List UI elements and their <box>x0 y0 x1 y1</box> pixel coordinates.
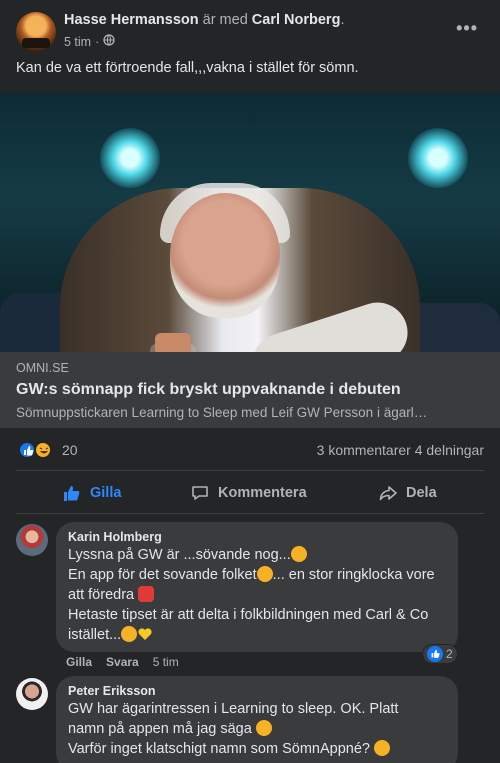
author-name[interactable]: Hasse Hermansson <box>64 12 199 28</box>
comment-line: Lyssna på GW är ...sövande nog... <box>68 547 291 563</box>
comment-line: namn på appen må jag säga <box>68 721 252 737</box>
divider-top <box>16 470 484 471</box>
comments-shares-count: 3 kommentarer 4 delningar <box>317 442 484 458</box>
reaction-count[interactable]: 20 <box>62 442 78 458</box>
like-label: Gilla <box>90 485 122 501</box>
share-button[interactable]: Dela <box>378 473 437 513</box>
share-label: Dela <box>406 485 437 501</box>
like-reaction-icon[interactable] <box>18 441 36 459</box>
comment-actions: Gilla Svara 5 tim <box>66 655 179 669</box>
alarm-clock-emoji-icon <box>138 586 155 602</box>
comment-line: istället... <box>68 627 122 643</box>
time-separator: · <box>95 34 100 49</box>
stage-light-right <box>408 128 468 188</box>
tagged-name[interactable]: Carl Norberg <box>252 12 341 28</box>
bottle-cap <box>155 333 191 352</box>
comment-line: Hetaste tipset är att delta i folkbildni… <box>68 607 429 623</box>
with-text: är med <box>202 12 248 28</box>
link-preview-image[interactable] <box>0 93 500 352</box>
comment-reaction-count: 2 <box>446 647 453 661</box>
comment-label: Kommentera <box>218 485 307 501</box>
comment-bubble: Karin Holmberg Lyssna på GW är ...sövand… <box>56 522 458 652</box>
shares-count[interactable]: 4 delningar <box>415 442 484 458</box>
author-avatar[interactable] <box>16 12 56 52</box>
more-options-icon[interactable]: ••• <box>456 18 478 39</box>
haha-reaction-icon[interactable] <box>34 441 52 459</box>
link-preview[interactable]: OMNI.SE GW:s sömnapp fick bryskt uppvakn… <box>0 352 500 428</box>
post-time[interactable]: 5 tim <box>64 35 91 49</box>
commenter-avatar[interactable] <box>16 524 48 556</box>
comment-line: att föredra <box>68 587 135 603</box>
post-author-line: Hasse Hermansson är med Carl Norberg. <box>64 12 344 28</box>
sleepy-emoji-icon <box>290 546 307 562</box>
person-head <box>170 193 280 318</box>
dizzy-face-emoji-icon <box>121 626 138 642</box>
comment-time[interactable]: 5 tim <box>153 655 179 669</box>
comment-icon <box>192 486 208 500</box>
comment-reaction[interactable]: 2 <box>422 644 458 664</box>
yellow-heart-emoji-icon <box>137 626 153 642</box>
upside-down-emoji-icon <box>256 566 273 582</box>
comment-text: GW har ägarintressen i Learning to sleep… <box>68 699 446 759</box>
comment-reply-link[interactable]: Svara <box>106 655 139 669</box>
yawning-face-emoji-icon <box>255 720 272 736</box>
tagged-suffix: . <box>340 12 345 28</box>
link-domain: OMNI.SE <box>16 361 69 375</box>
comment-line: En app för det sovande folket <box>68 567 257 583</box>
like-button[interactable]: Gilla <box>62 473 121 513</box>
globe-icon <box>103 34 115 49</box>
comment-bubble: Peter Eriksson GW har ägarintressen i Le… <box>56 676 458 763</box>
post-text: Kan de va ett förtroende fall,,,vakna i … <box>16 60 359 76</box>
thumbs-up-icon <box>64 486 80 501</box>
stage-light-left <box>100 128 160 188</box>
comment-line: Varför inget klatschigt namn som SömnApp… <box>68 741 370 757</box>
commenter-name[interactable]: Karin Holmberg <box>68 529 446 545</box>
reaction-stats: 20 3 kommentarer 4 delningar <box>0 432 500 468</box>
like-reaction-icon <box>427 646 443 662</box>
comment-text: Lyssna på GW är ...sövande nog... En app… <box>68 545 446 645</box>
comment-line: GW har ägarintressen i Learning to sleep… <box>68 701 399 717</box>
commenter-avatar[interactable] <box>16 678 48 710</box>
comments-count[interactable]: 3 kommentarer <box>317 442 411 458</box>
comment-line: ... en stor ringklocka vore <box>272 567 435 583</box>
comment-button[interactable]: Kommentera <box>190 473 307 513</box>
divider-bottom <box>16 513 484 514</box>
post-meta: 5 tim · <box>64 34 115 49</box>
post-header: Hasse Hermansson är med Carl Norberg. 5 … <box>0 0 500 56</box>
link-title: GW:s sömnapp fick bryskt uppvaknande i d… <box>16 381 401 398</box>
action-bar: Gilla Kommentera Dela <box>0 473 500 513</box>
comment-like-link[interactable]: Gilla <box>66 655 92 669</box>
share-icon <box>379 486 397 501</box>
winking-face-emoji-icon <box>374 740 391 756</box>
commenter-name[interactable]: Peter Eriksson <box>68 683 446 699</box>
link-description: Sömnuppstickaren Learning to Sleep med L… <box>16 405 428 420</box>
